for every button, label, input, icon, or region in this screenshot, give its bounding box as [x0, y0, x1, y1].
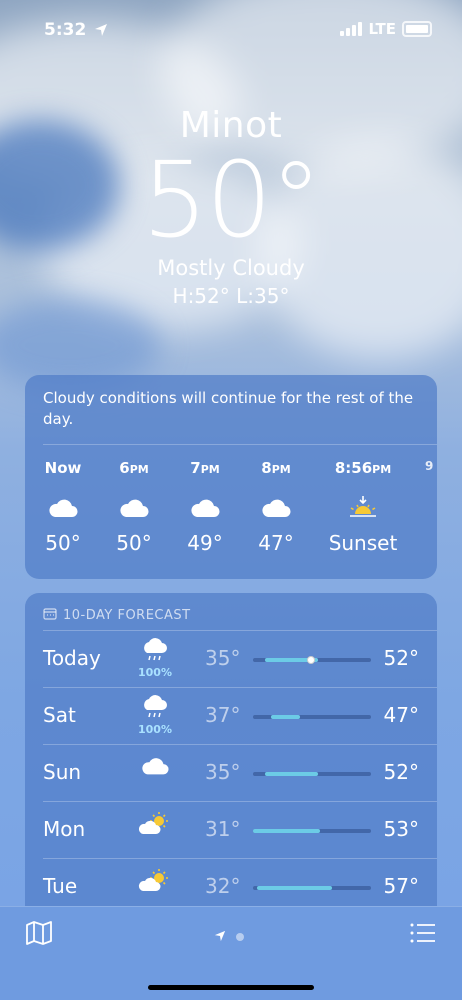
cloud-icon	[133, 756, 177, 780]
page-dot	[236, 932, 244, 941]
day-row-sat[interactable]: Sat 100% 37° 47°	[25, 687, 437, 744]
current-temperature: 50°	[141, 139, 322, 261]
bottom-toolbar	[0, 906, 462, 1000]
temp-range-bar	[253, 656, 371, 664]
day-name: Sun	[43, 760, 82, 784]
location-arrow-icon	[94, 22, 108, 42]
status-time: 5:32	[44, 20, 87, 40]
temp-range-bar	[253, 715, 371, 719]
status-bar: 5:32 LTE	[44, 18, 432, 44]
daily-forecast-card[interactable]: 10-DAY FORECAST Today 100% 35° 52° Sat 1…	[25, 593, 437, 933]
high-temp: 47°	[383, 703, 419, 727]
low-temp: 35°	[205, 760, 241, 784]
day-name: Today	[43, 646, 101, 670]
high-low: H:52° L:35°	[172, 284, 290, 308]
sunset-icon	[323, 489, 403, 527]
precip-chance: 100%	[138, 723, 172, 736]
hour-item-partial: 9	[425, 459, 434, 473]
low-temp: 37°	[205, 703, 241, 727]
current-condition: Mostly Cloudy	[157, 256, 305, 280]
hour-item: 8PM 47°	[241, 459, 311, 555]
high-temp: 57°	[383, 874, 419, 898]
forecast-summary: Cloudy conditions will continue for the …	[43, 389, 414, 428]
cloud-icon	[28, 489, 98, 527]
network-label: LTE	[368, 20, 396, 38]
high-temp: 53°	[383, 817, 419, 841]
location-arrow-icon	[214, 927, 226, 946]
daily-header-label: 10-DAY FORECAST	[63, 608, 191, 623]
current-temp-dot	[307, 656, 316, 664]
hourly-forecast-card[interactable]: Cloudy conditions will continue for the …	[25, 375, 437, 579]
cloud-icon	[241, 489, 311, 527]
day-row-sun[interactable]: Sun 35° 52°	[25, 744, 437, 801]
low-temp: 35°	[205, 646, 241, 670]
hour-item: Now 50°	[28, 459, 98, 555]
cloud-icon	[99, 489, 169, 527]
temp-range-bar	[253, 886, 371, 890]
list-icon[interactable]	[410, 923, 436, 947]
day-name: Sat	[43, 703, 76, 727]
partly-sunny-icon	[133, 811, 177, 841]
precip-chance: 100%	[138, 666, 172, 679]
partly-sunny-icon	[133, 868, 177, 898]
signal-icon	[340, 22, 363, 36]
cloud-icon	[170, 489, 240, 527]
low-temp: 31°	[205, 817, 241, 841]
day-name: Tue	[43, 874, 78, 898]
hour-item: 6PM 50°	[99, 459, 169, 555]
cloud-rain-icon: 100%	[133, 638, 177, 679]
day-name: Mon	[43, 817, 86, 841]
day-row-mon[interactable]: Mon 31° 53°	[25, 801, 437, 858]
low-temp: 32°	[205, 874, 241, 898]
calendar-icon	[43, 607, 57, 624]
home-indicator	[148, 985, 314, 990]
current-weather: Minot 50° Mostly Cloudy H:52° L:35°	[0, 105, 462, 308]
daily-header: 10-DAY FORECAST	[25, 593, 437, 624]
day-row-today[interactable]: Today 100% 35° 52°	[25, 630, 437, 687]
high-temp: 52°	[383, 760, 419, 784]
page-indicator[interactable]	[214, 927, 244, 946]
temp-range-bar	[253, 772, 371, 776]
hourly-list[interactable]: Now 50° 6PM 50° 7PM 49° 8PM 47° 8:56PM S…	[25, 445, 437, 575]
battery-icon	[402, 21, 432, 37]
hour-item: 7PM 49°	[170, 459, 240, 555]
high-temp: 52°	[383, 646, 419, 670]
cloud-rain-icon: 100%	[133, 695, 177, 736]
temp-range-bar	[253, 829, 371, 833]
hour-item: 8:56PM Sunset	[323, 459, 403, 555]
map-icon[interactable]	[26, 921, 52, 949]
